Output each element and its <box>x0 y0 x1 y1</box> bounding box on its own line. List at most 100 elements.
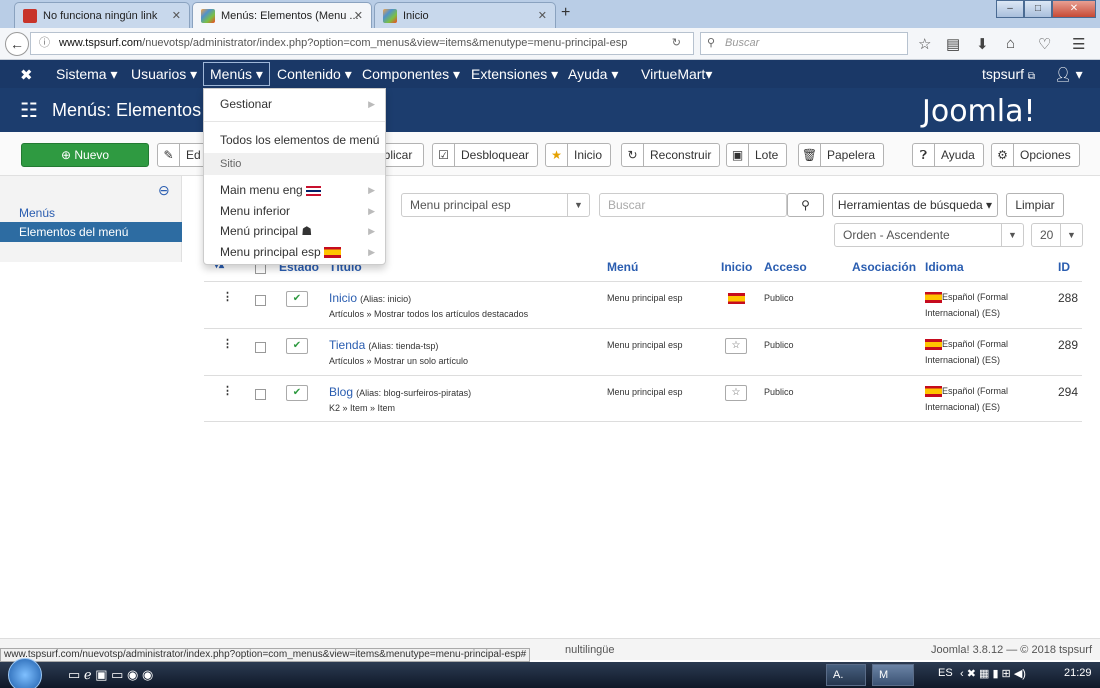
minimize-icon[interactable]: – <box>996 0 1024 18</box>
tab-title: Inicio <box>403 9 429 22</box>
close-window-icon[interactable]: ✕ <box>1052 0 1096 18</box>
item-id: 289 <box>1058 338 1079 352</box>
nav-extensiones[interactable]: Extensiones ▾ <box>471 66 558 83</box>
taskbar-app-firefox[interactable]: M <box>872 664 914 686</box>
header-menu[interactable]: Menú <box>607 260 638 274</box>
item-title-link[interactable]: Blog <box>329 385 353 399</box>
browser-search-box[interactable]: ⚲ Buscar <box>700 32 908 55</box>
search-tools-button[interactable]: Herramientas de búsqueda ▾ <box>832 193 998 217</box>
chevron-right-icon: ▶ <box>368 99 375 109</box>
edit-button[interactable]: ✎ Ed <box>157 143 207 167</box>
order-select-value: Orden - Ascendente <box>843 228 950 242</box>
trash-button[interactable]: 🗑︎ Papelera <box>798 143 885 167</box>
page-title: Menús: Elementos ( <box>52 100 213 120</box>
language-indicator[interactable]: ES <box>938 667 953 679</box>
pocket-icon[interactable]: ♡ <box>1038 35 1051 53</box>
item-access: Publico <box>764 387 794 397</box>
star-outline-icon[interactable]: ☆ <box>725 385 747 401</box>
nav-ayuda[interactable]: Ayuda ▾ <box>568 66 618 83</box>
row-checkbox[interactable] <box>255 295 266 306</box>
search-button[interactable]: ⚲ <box>787 193 824 217</box>
spain-flag-icon <box>925 292 942 304</box>
bookmark-star-icon[interactable]: ☆ <box>918 35 931 53</box>
nav-usuarios[interactable]: Usuarios ▾ <box>131 66 197 83</box>
menu-select[interactable]: Menu principal esp ▼ <box>401 193 590 217</box>
download-icon[interactable]: ⬇ <box>976 35 989 53</box>
limit-select[interactable]: 20 ▼ <box>1031 223 1083 247</box>
item-alias: (Alias: inicio) <box>360 294 412 304</box>
header-acceso[interactable]: Acceso <box>764 260 807 274</box>
chevron-right-icon: ▶ <box>368 185 375 195</box>
item-title-link[interactable]: Tienda <box>329 338 365 352</box>
dropdown-item-all-items[interactable]: Todos los elementos de menú <box>220 133 379 147</box>
nav-menus[interactable]: Menús ▾ <box>203 62 270 86</box>
menu-select-value: Menu principal esp <box>410 198 511 212</box>
home-icon[interactable]: ⌂ <box>1006 35 1015 52</box>
dropdown-item-menu[interactable]: Menu principal esp <box>220 245 342 259</box>
unlock-label: Desbloquear <box>461 148 530 162</box>
home-button[interactable]: ★ Inicio <box>545 143 612 167</box>
row-checkbox[interactable] <box>255 389 266 400</box>
header-asociacion[interactable]: Asociación <box>852 260 916 274</box>
published-check-icon[interactable]: ✔ <box>286 291 308 307</box>
dropdown-item-menu[interactable]: Main menu eng <box>220 183 322 197</box>
dropdown-item-manage[interactable]: Gestionar <box>220 97 272 111</box>
caret-down-icon: ▾ <box>986 198 993 212</box>
options-button[interactable]: ⚙ Opciones <box>991 143 1080 167</box>
published-check-icon[interactable]: ✔ <box>286 385 308 401</box>
new-button[interactable]: ⊕ Nuevo <box>21 143 149 167</box>
row-checkbox[interactable] <box>255 342 266 353</box>
back-arrow-icon[interactable]: ← <box>5 32 29 56</box>
browser-tab[interactable]: No funciona ningún link ✕ <box>14 2 190 28</box>
header-idioma[interactable]: Idioma <box>925 260 964 274</box>
item-title-link[interactable]: Inicio <box>329 291 357 305</box>
unlock-button[interactable]: ☑ Desbloquear <box>432 143 539 167</box>
user-menu[interactable]: 👤︎ ▾ <box>1054 66 1083 83</box>
nav-componentes[interactable]: Componentes ▾ <box>362 66 460 83</box>
taskbar-app-photoshop[interactable]: A. <box>826 664 866 686</box>
clear-button[interactable]: Limpiar <box>1006 193 1064 217</box>
plus-circle-icon: ⊕ <box>60 148 72 162</box>
maximize-icon[interactable]: □ <box>1024 0 1052 18</box>
site-link[interactable]: tspsurf ⧉ <box>982 66 1035 82</box>
header-id[interactable]: ID <box>1058 260 1070 274</box>
hamburger-menu-icon[interactable]: ☰ <box>1072 35 1085 53</box>
dropdown-item-menu[interactable]: Menu inferior <box>220 204 290 218</box>
star-outline-icon[interactable]: ☆ <box>725 338 747 354</box>
drag-handle-icon[interactable]: ⋮ <box>222 337 233 350</box>
new-tab-icon[interactable]: + <box>561 4 570 22</box>
browser-tab[interactable]: Inicio ✕ <box>374 2 556 28</box>
quicklaunch-icons[interactable]: ▭ ℯ ▣ ▭ ◉ ◉ <box>68 667 153 683</box>
joomla-icon[interactable]: ✖ <box>20 66 33 84</box>
batch-button[interactable]: ▣ Lote <box>726 143 788 167</box>
drag-handle-icon[interactable]: ⋮ <box>222 290 233 303</box>
search-input[interactable]: Buscar <box>599 193 787 217</box>
collapse-sidebar-icon[interactable]: ⊖ <box>158 182 170 199</box>
spain-flag-icon <box>925 339 942 351</box>
home-flag-icon[interactable] <box>728 292 745 304</box>
published-check-icon[interactable]: ✔ <box>286 338 308 354</box>
header-inicio[interactable]: Inicio <box>721 260 752 274</box>
table-row: ⋮ ✔ Inicio (Alias: inicio) Artículos » M… <box>204 281 1082 328</box>
sidebar-item-menus[interactable]: Menús <box>19 206 55 220</box>
sidebar-item-menu-items[interactable]: Elementos del menú <box>0 222 182 242</box>
browser-tab-active[interactable]: Menús: Elementos (Menu ... ✕ <box>192 2 372 28</box>
start-button[interactable] <box>8 658 42 688</box>
close-tab-icon[interactable]: ✕ <box>172 9 181 22</box>
url-bar[interactable]: ⓘ www.tspsurf.com/nuevotsp/administrator… <box>30 32 694 55</box>
close-tab-icon[interactable]: ✕ <box>354 9 363 22</box>
help-button[interactable]: ❓︎ Ayuda <box>912 143 984 167</box>
close-tab-icon[interactable]: ✕ <box>538 9 547 22</box>
reading-list-icon[interactable]: ▤ <box>946 35 960 53</box>
item-id: 288 <box>1058 291 1079 305</box>
edit-icon: ✎ <box>158 144 180 166</box>
order-select[interactable]: Orden - Ascendente ▼ <box>834 223 1024 247</box>
tray-icons[interactable]: ‹ ✖ ▦ ▮ ⊞ ◀) <box>960 667 1026 680</box>
dropdown-item-menu[interactable]: Menú principal ☗ <box>220 224 312 238</box>
reload-icon[interactable]: ↻ <box>672 33 681 54</box>
rebuild-button[interactable]: ↻ Reconstruir <box>621 143 721 167</box>
drag-handle-icon[interactable]: ⋮ <box>222 384 233 397</box>
nav-sistema[interactable]: Sistema ▾ <box>56 66 118 83</box>
nav-virtuemart[interactable]: VirtueMart▾ <box>641 66 712 83</box>
nav-contenido[interactable]: Contenido ▾ <box>277 66 352 83</box>
